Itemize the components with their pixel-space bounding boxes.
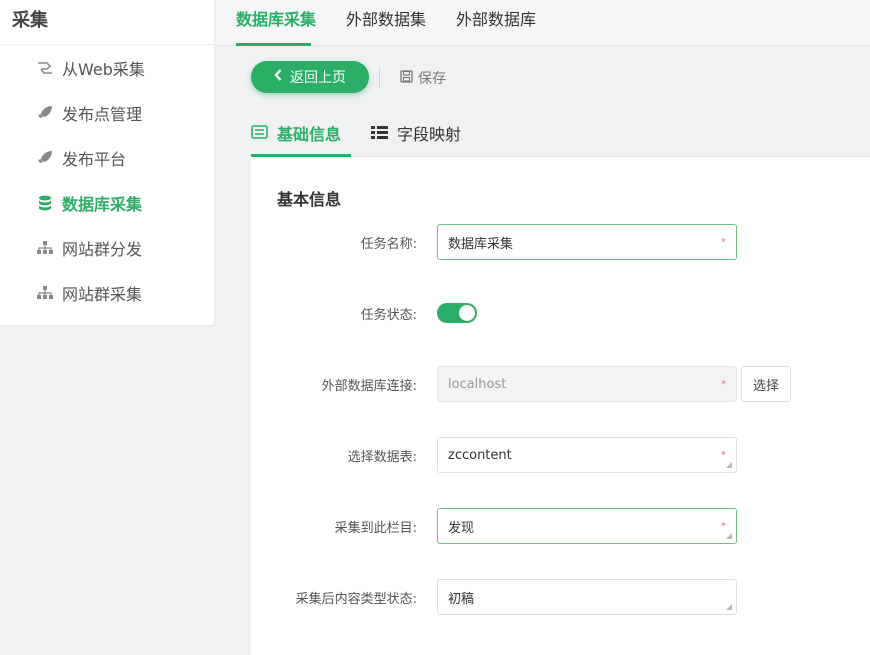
toolbar-divider <box>379 66 380 88</box>
target-column-value: 发现 <box>448 520 475 536</box>
back-button[interactable]: 返回上页 <box>251 61 369 93</box>
sidebar-item-web-collect[interactable]: 从Web采集 <box>36 56 145 80</box>
content-status-value: 初稿 <box>448 591 475 607</box>
tab-field-mapping[interactable]: 字段映射 <box>371 121 461 145</box>
save-button-label: 保存 <box>418 71 446 87</box>
save-button[interactable]: 保存 <box>400 68 446 88</box>
database-icon <box>36 194 54 212</box>
tab-db-collect[interactable]: 数据库采集 <box>236 6 316 32</box>
content-status-select[interactable]: 初稿 <box>437 579 737 615</box>
resize-handle-icon <box>726 533 732 539</box>
required-mark: * <box>721 237 726 248</box>
tab-basic-info-label: 基础信息 <box>277 125 342 144</box>
sidebar-item-site-collect[interactable]: 网站群采集 <box>36 281 142 305</box>
target-column-select[interactable]: 发现 * <box>437 508 737 544</box>
sitemap-icon <box>36 284 54 302</box>
ext-db-conn-label: 外部数据库连接: <box>321 379 417 394</box>
toggle-knob <box>459 305 475 321</box>
sidebar-item-label: 发布点管理 <box>62 105 143 124</box>
sidebar-item-label: 从Web采集 <box>62 60 145 79</box>
back-button-label: 返回上页 <box>290 70 346 86</box>
task-status-label: 任务状态: <box>360 308 417 323</box>
tab-field-mapping-label: 字段映射 <box>397 125 462 144</box>
chevron-left-icon <box>274 69 282 85</box>
sidebar-title: 采集 <box>12 10 48 31</box>
active-tab-indicator <box>236 43 311 46</box>
section-title: 基本信息 <box>277 190 342 209</box>
tab-basic-info[interactable]: 基础信息 <box>251 121 341 145</box>
table-label: 选择数据表: <box>347 450 417 465</box>
ext-db-conn-input: localhost * <box>437 366 737 402</box>
required-mark: * <box>721 379 726 390</box>
target-column-label: 采集到此栏目: <box>334 521 417 536</box>
tab-external-database[interactable]: 外部数据库 <box>456 6 536 32</box>
web-collect-icon <box>36 59 54 77</box>
sidebar-item-label: 发布平台 <box>62 150 127 169</box>
list-icon <box>371 124 388 143</box>
rocket-icon <box>36 149 54 167</box>
rocket-icon <box>36 104 54 122</box>
table-select[interactable]: zccontent * <box>437 437 737 473</box>
sidebar-item-publish-platform[interactable]: 发布平台 <box>36 146 126 170</box>
sidebar-item-label: 数据库采集 <box>62 195 143 214</box>
required-mark: * <box>721 450 726 461</box>
sidebar-item-label: 网站群分发 <box>62 240 143 259</box>
resize-handle-icon <box>726 604 732 610</box>
ext-db-conn-value: localhost <box>448 376 507 392</box>
task-name-value: 数据库采集 <box>448 236 514 252</box>
task-status-toggle[interactable] <box>437 303 477 323</box>
divider <box>0 44 215 45</box>
floppy-disk-icon <box>400 69 413 87</box>
sidebar-item-db-collect[interactable]: 数据库采集 <box>36 191 142 215</box>
resize-handle-icon <box>726 462 732 468</box>
select-db-button[interactable]: 选择 <box>741 366 791 402</box>
tab-external-dataset[interactable]: 外部数据集 <box>346 6 426 32</box>
sidebar-item-site-distribute[interactable]: 网站群分发 <box>36 236 142 260</box>
task-name-input[interactable]: 数据库采集 * <box>437 224 737 260</box>
sidebar-item-label: 网站群采集 <box>62 285 143 304</box>
sidebar-item-publish-points[interactable]: 发布点管理 <box>36 101 142 125</box>
task-name-label: 任务名称: <box>360 237 417 252</box>
table-value: zccontent <box>448 447 512 463</box>
content-status-label: 采集后内容类型状态: <box>295 592 417 607</box>
sitemap-icon <box>36 239 54 257</box>
required-mark: * <box>721 521 726 532</box>
list-card-icon <box>251 124 268 143</box>
